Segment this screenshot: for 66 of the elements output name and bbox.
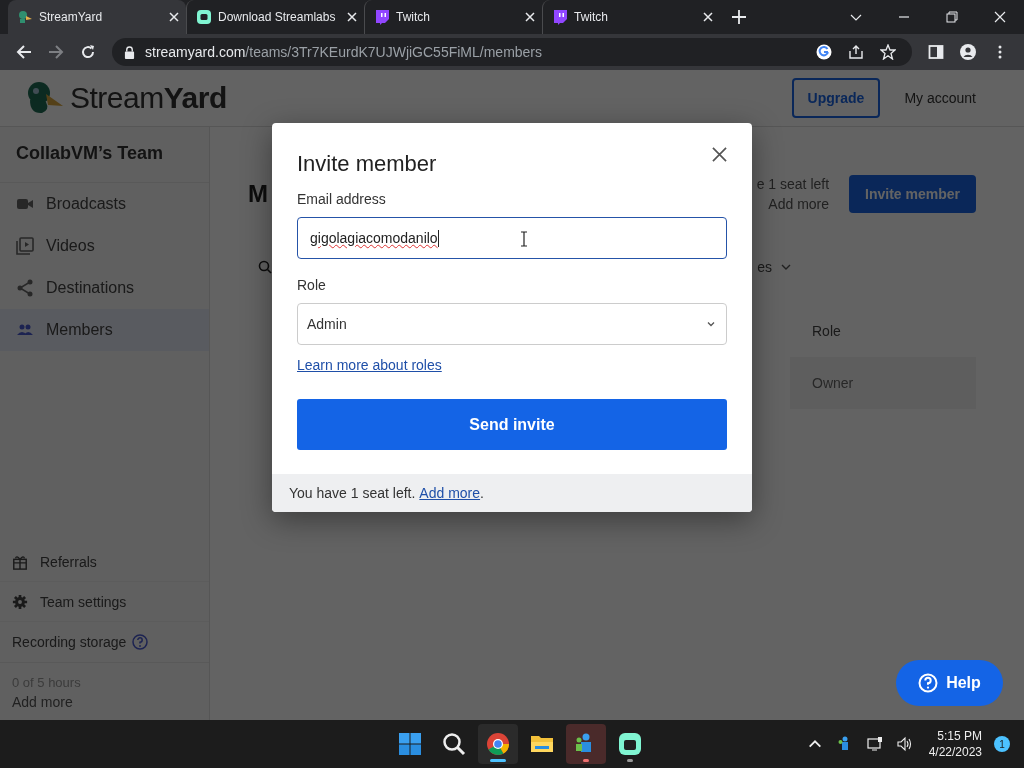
sidebar-item[interactable]: Broadcasts (0, 183, 209, 225)
share-icon (16, 279, 34, 297)
sidebar-item[interactable]: Destinations (0, 267, 209, 309)
profile-icon[interactable] (960, 44, 976, 60)
sidebar-item[interactable]: Videos (0, 225, 209, 267)
speech-box-icon (552, 9, 568, 25)
add-more-link[interactable]: Add more (768, 196, 830, 212)
address-bar[interactable]: streamyard.com/teams/3Tr7KEurdK7UJWjiGC55FiML/members (112, 38, 912, 66)
seats-text: e 1 seat left (756, 176, 830, 192)
my-account-link[interactable]: My account (904, 90, 976, 106)
monitor-icon[interactable] (866, 736, 883, 752)
field-label: Role (297, 277, 327, 293)
reload-icon[interactable] (80, 44, 96, 60)
forward-arrow-icon[interactable] (48, 44, 64, 60)
tab-title: Twitch (396, 10, 431, 24)
sidebar-item[interactable]: Team settings (0, 582, 209, 622)
chat-bubble-icon (618, 732, 643, 756)
taskbar-app[interactable] (566, 724, 607, 764)
search-icon (442, 732, 467, 756)
text-cursor-icon (520, 231, 528, 247)
side-panel-icon[interactable] (928, 44, 944, 60)
back-arrow-icon[interactable] (16, 44, 32, 60)
storage-label: Recording storage (12, 634, 127, 650)
duck-icon (17, 9, 33, 25)
field-label: Email address (297, 191, 387, 207)
gift-icon (12, 553, 28, 570)
url-text: streamyard.com/teams/3Tr7KEurdK7UJWjiGC55FiML/members (145, 44, 543, 60)
search-icon (258, 260, 272, 274)
tab-title: Download Streamlabs (218, 10, 337, 24)
tab-title: StreamYard (39, 10, 104, 24)
restore-icon[interactable] (946, 11, 958, 23)
email-input[interactable]: gigolagiacomodanilo (297, 217, 727, 259)
notification-badge[interactable]: 1 (994, 736, 1010, 752)
team-name: CollabVM’s Team (0, 127, 209, 183)
taskbar-app[interactable] (478, 724, 519, 764)
sidebar-item[interactable]: Referrals (0, 542, 209, 582)
period-text: . (480, 485, 484, 501)
gear-icon (12, 593, 28, 610)
star-icon[interactable] (880, 44, 896, 60)
learn-more-link[interactable]: Learn more about roles (297, 357, 442, 373)
plus-icon[interactable] (732, 10, 746, 24)
close-icon[interactable] (712, 146, 727, 162)
tab-title: Twitch (574, 10, 609, 24)
windows-icon (398, 732, 423, 756)
video-library-icon (16, 237, 34, 255)
streamyard-logo: StreamYard (70, 81, 227, 115)
share-icon[interactable] (848, 44, 864, 60)
help-button[interactable]: Help (896, 660, 1003, 706)
speaker-icon[interactable] (896, 736, 913, 752)
chevron-down-icon (706, 319, 716, 329)
dialog-title: Invite member (297, 150, 437, 177)
add-more-link[interactable]: Add more (419, 485, 481, 501)
role-select[interactable]: Admin (297, 303, 727, 345)
column-header: Role (811, 322, 842, 341)
help-icon (918, 673, 939, 693)
chrome-icon (486, 732, 511, 756)
seats-text: You have 1 seat left. (289, 485, 416, 501)
send-invite-button[interactable]: Send invite (297, 399, 727, 450)
help-icon[interactable] (132, 634, 149, 650)
page-heading: M (248, 180, 268, 208)
google-g-icon[interactable] (816, 44, 832, 60)
chat-bubble-icon (196, 9, 212, 25)
clock[interactable]: 5:15 PM 4/22/2023 (928, 728, 982, 760)
lock-icon (124, 45, 135, 59)
speech-box-icon (374, 9, 390, 25)
browser-tab[interactable]: StreamYard (8, 0, 186, 34)
